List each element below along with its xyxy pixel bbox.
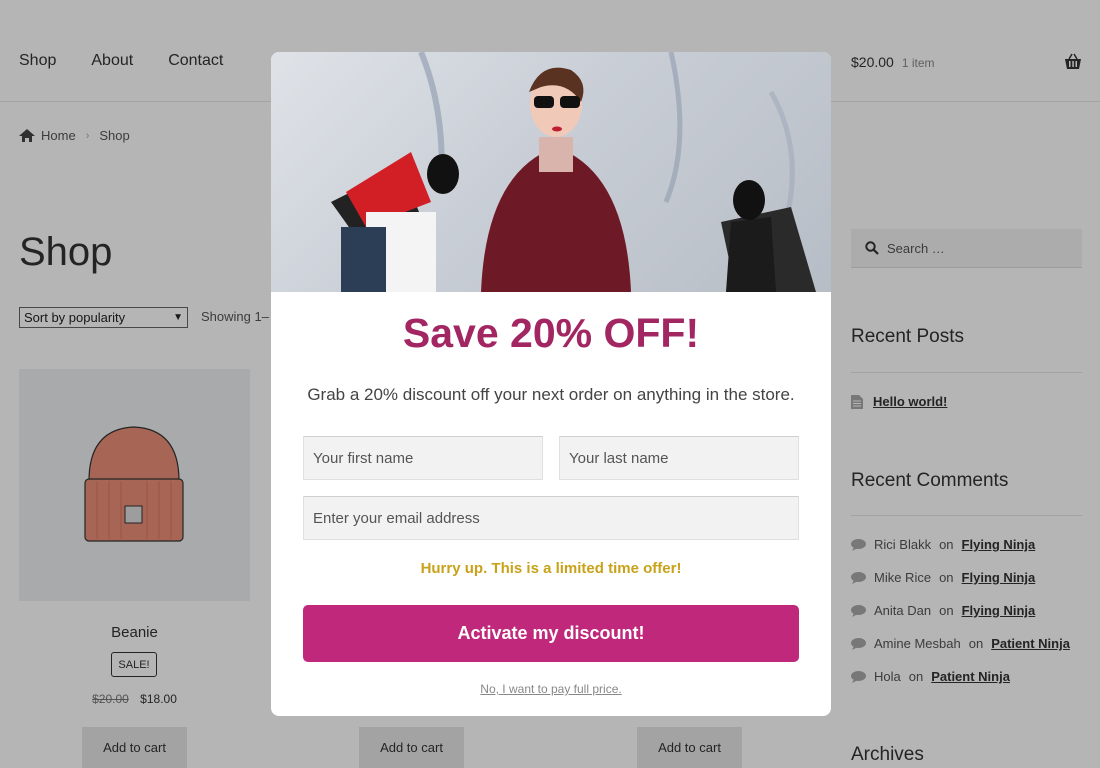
urgency-text: Hurry up. This is a limited time offer! (420, 560, 682, 577)
email-field[interactable] (303, 496, 799, 540)
last-name-field[interactable] (559, 436, 799, 480)
shopper-photo (331, 52, 816, 292)
hero-image (271, 52, 831, 292)
popup-subtitle: Grab a 20% discount off your next order … (307, 385, 795, 404)
first-name-field[interactable] (303, 436, 543, 480)
decline-link[interactable]: No, I want to pay full price. (271, 682, 831, 696)
discount-popup: Save 20% OFF! Grab a 20% discount off yo… (271, 52, 831, 716)
popup-title: Save 20% OFF! (402, 310, 700, 356)
activate-discount-button[interactable]: Activate my discount! (303, 605, 799, 662)
